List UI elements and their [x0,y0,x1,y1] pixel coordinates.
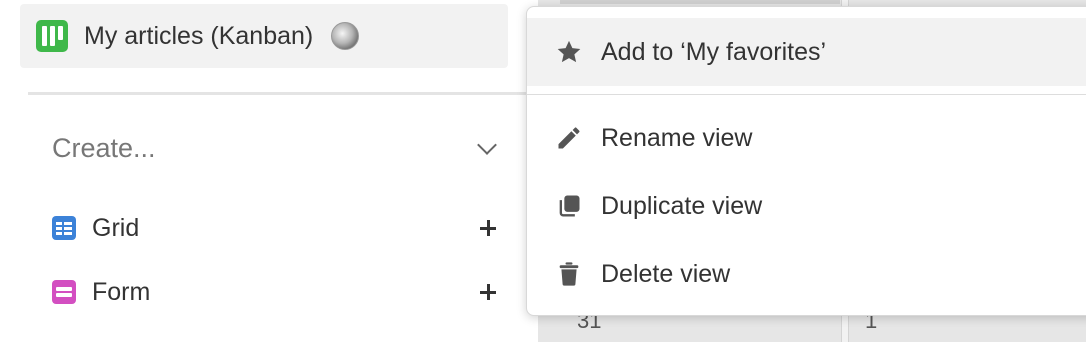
pencil-icon [555,124,583,152]
create-grid-view[interactable]: Grid [52,208,502,248]
view-item-my-articles[interactable]: My articles (Kanban) [20,4,508,68]
chevron-down-icon [477,135,497,155]
menu-item-add-to-favorites[interactable]: Add to ‘My favorites’ [527,18,1086,86]
duplicate-icon [555,192,583,220]
menu-separator [527,94,1086,95]
grid-icon [52,216,76,240]
create-item-label: Grid [92,213,140,242]
menu-item-label: Duplicate view [601,191,763,220]
sidebar-divider [28,92,538,95]
avatar [331,22,360,50]
plus-icon[interactable] [480,220,496,236]
create-item-label: Form [92,277,151,306]
menu-item-label: Add to ‘My favorites’ [601,37,827,66]
menu-item-label: Rename view [601,123,753,152]
create-form-view[interactable]: Form [52,272,502,312]
app-stage: 31 1 My articles (Kanban) Create... Grid… [0,0,1086,342]
star-icon [555,38,583,66]
create-section-label: Create... [52,132,156,163]
menu-item-label: Delete view [601,259,731,288]
view-context-menu: Add to ‘My favorites’ Rename view Duplic… [526,6,1086,316]
menu-item-duplicate-view[interactable]: Duplicate view [527,172,1086,240]
kanban-icon [36,20,68,52]
create-section-toggle[interactable]: Create... [52,128,502,168]
menu-item-delete-view[interactable]: Delete view [527,240,1086,308]
view-title: My articles (Kanban) [84,21,314,50]
plus-icon[interactable] [480,284,496,300]
trash-icon [555,260,583,288]
menu-item-rename-view[interactable]: Rename view [527,104,1086,172]
background-grid-header-edge [560,0,840,4]
form-icon [52,280,76,304]
